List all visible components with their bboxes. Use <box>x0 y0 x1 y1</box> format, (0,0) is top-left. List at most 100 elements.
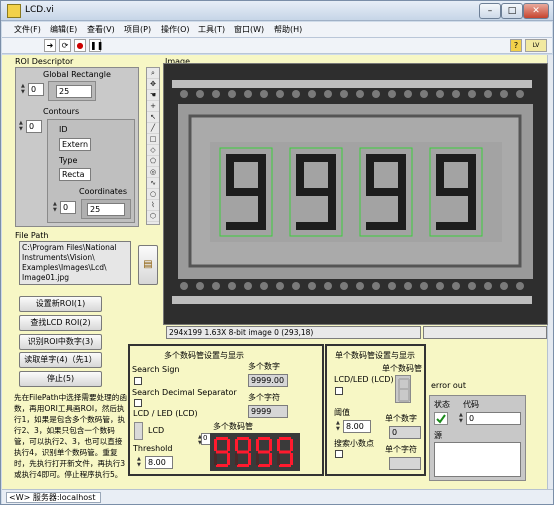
stop-button[interactable]: 停止(5) <box>19 371 102 387</box>
single-number-label: 单个数字 <box>385 414 417 423</box>
oval-icon[interactable]: ○ <box>147 189 159 200</box>
single-lcd-led-label: LCD/LED (LCD) <box>334 375 394 384</box>
set-new-roi-button[interactable]: 设置新ROI(1) <box>19 296 102 312</box>
pan-icon[interactable]: ✥ <box>147 79 159 90</box>
status-check-icon <box>434 412 448 425</box>
single-number-display: 0 <box>389 426 421 439</box>
threshold-input[interactable]: 8.00 <box>145 456 173 469</box>
context-help-icon[interactable]: ? <box>510 39 522 52</box>
minimize-button[interactable]: – <box>479 3 501 19</box>
led-segment <box>290 439 293 451</box>
polyline-icon[interactable]: ⬡ <box>147 211 159 222</box>
type-ring[interactable]: Recta <box>59 168 91 181</box>
roi-descriptor-label: ROI Descriptor <box>15 57 74 66</box>
coordinates-label: Coordinates <box>79 187 128 196</box>
menu-operate[interactable]: 操作(O) <box>161 24 190 35</box>
global-rect-index[interactable]: 0 <box>28 83 44 96</box>
error-source-label: 源 <box>434 431 442 440</box>
single-threshold-spinner[interactable]: ▲ ▼ <box>336 420 343 432</box>
multi-number-display: 9999.00 <box>248 374 288 387</box>
contours-index[interactable]: 0 <box>26 120 42 133</box>
maximize-button[interactable]: □ <box>501 3 523 19</box>
single-char-display <box>389 457 421 470</box>
hand-icon[interactable]: ☚ <box>147 90 159 101</box>
freehand-icon[interactable]: ∿ <box>147 178 159 189</box>
title-bar: LCD.vi – □ ✕ <box>1 1 553 21</box>
zoom-icon[interactable]: ⌕ <box>147 68 159 79</box>
decimal-search-label: 搜索小数点 <box>334 439 374 448</box>
multi-led-label: 多个数码管 <box>213 422 253 431</box>
contours-index-spinner[interactable]: ▲ ▼ <box>19 120 26 132</box>
multi-number-label: 多个数字 <box>248 362 280 371</box>
file-path-input[interactable]: C:\Program Files\National Instruments\Vi… <box>19 241 131 285</box>
menu-file[interactable]: 文件(F) <box>14 24 41 35</box>
run-arrow-icon[interactable]: ➜ <box>44 39 56 52</box>
menu-tools[interactable]: 工具(T) <box>198 24 225 35</box>
error-source-value[interactable] <box>434 442 521 477</box>
global-rect-label: Global Rectangle <box>43 70 111 79</box>
pause-icon[interactable]: ❚❚ <box>89 39 103 52</box>
run-continuously-icon[interactable]: ⟳ <box>59 39 71 52</box>
error-status-label: 状态 <box>434 400 450 409</box>
search-sign-checkbox[interactable] <box>134 377 142 385</box>
coordinates-index-spinner[interactable]: ▲ ▼ <box>53 201 60 213</box>
single-digit-title: 单个数码管设置与显示 <box>335 351 415 360</box>
id-label: ID <box>59 125 68 134</box>
id-ring[interactable]: Extern <box>59 138 91 151</box>
lcd-led-switch[interactable] <box>134 422 143 440</box>
multi-digit-title: 多个数码管设置与显示 <box>164 351 244 360</box>
menu-edit[interactable]: 编辑(E) <box>50 24 77 35</box>
global-rect-value[interactable]: 25 <box>56 85 92 98</box>
polygon-icon[interactable]: ⬠ <box>147 156 159 167</box>
close-button[interactable]: ✕ <box>523 3 549 19</box>
menu-view[interactable]: 查看(V) <box>87 24 115 35</box>
image-tools-palette: ⌕ ✥ ☚ + ↖ ╱ □ ◇ ⬠ ◎ ∿ ○ ⌇ ⬡ <box>146 67 160 225</box>
decimal-search-checkbox[interactable] <box>335 450 343 458</box>
search-decimal-checkbox[interactable] <box>134 399 142 407</box>
abort-icon[interactable]: ● <box>74 39 86 52</box>
led-segment <box>237 450 249 454</box>
single-lcd-led-checkbox[interactable] <box>335 387 343 395</box>
line-icon[interactable]: ╱ <box>147 123 159 134</box>
image-display[interactable] <box>163 63 548 325</box>
rect-icon[interactable]: □ <box>147 134 159 145</box>
menu-project[interactable]: 项目(P) <box>124 24 151 35</box>
led-segment <box>269 439 272 451</box>
pointer-icon[interactable]: ↖ <box>147 112 159 123</box>
led-segment <box>256 439 259 451</box>
annulus-icon[interactable]: ◎ <box>147 167 159 178</box>
crosshair-icon[interactable]: + <box>147 101 159 112</box>
led-segment <box>216 450 228 454</box>
rotated-rect-icon[interactable]: ◇ <box>147 145 159 156</box>
led-segment <box>235 439 238 451</box>
folder-icon[interactable]: ▤ <box>138 245 158 285</box>
coordinates-value[interactable]: 25 <box>87 203 125 216</box>
broken-line-icon[interactable]: ⌇ <box>147 200 159 211</box>
menu-help[interactable]: 帮助(H) <box>274 24 302 35</box>
single-threshold-input[interactable]: 8.00 <box>343 420 371 433</box>
single-char-label: 单个字符 <box>385 445 417 454</box>
led-segment <box>227 453 230 465</box>
server-status: <W> 服务器:localhost <box>6 492 101 503</box>
global-rect-index-spinner[interactable]: ▲ ▼ <box>21 83 28 95</box>
find-lcd-roi-button[interactable]: 查找LCD ROI(2) <box>19 315 102 331</box>
single-threshold-label: 阈值 <box>334 408 350 417</box>
search-sign-label: Search Sign <box>132 365 180 374</box>
labview-window: LCD.vi – □ ✕ 文件(F) 编辑(E) 查看(V) 项目(P) 操作(… <box>0 0 554 505</box>
error-code-spinner[interactable]: ▲ ▼ <box>459 412 466 424</box>
type-label: Type <box>59 156 78 165</box>
menu-window[interactable]: 窗口(W) <box>234 24 264 35</box>
lcd-led-label: LCD / LED (LCD) <box>133 409 198 418</box>
led-segment <box>214 453 217 465</box>
led-segment <box>269 453 272 465</box>
led-segment <box>235 453 238 465</box>
led-segment <box>248 439 251 451</box>
threshold-spinner[interactable]: ▲ ▼ <box>137 456 144 468</box>
coordinates-index[interactable]: 0 <box>60 201 76 214</box>
recognize-digits-button[interactable]: 识别ROI中数字(3) <box>19 334 102 350</box>
read-single-digit-button[interactable]: 读取单字(4)（先1） <box>19 352 102 368</box>
led-segment <box>258 437 270 440</box>
error-code-value[interactable]: 0 <box>466 412 521 425</box>
error-code-label: 代码 <box>463 400 479 409</box>
labview-app-icon <box>7 4 21 18</box>
